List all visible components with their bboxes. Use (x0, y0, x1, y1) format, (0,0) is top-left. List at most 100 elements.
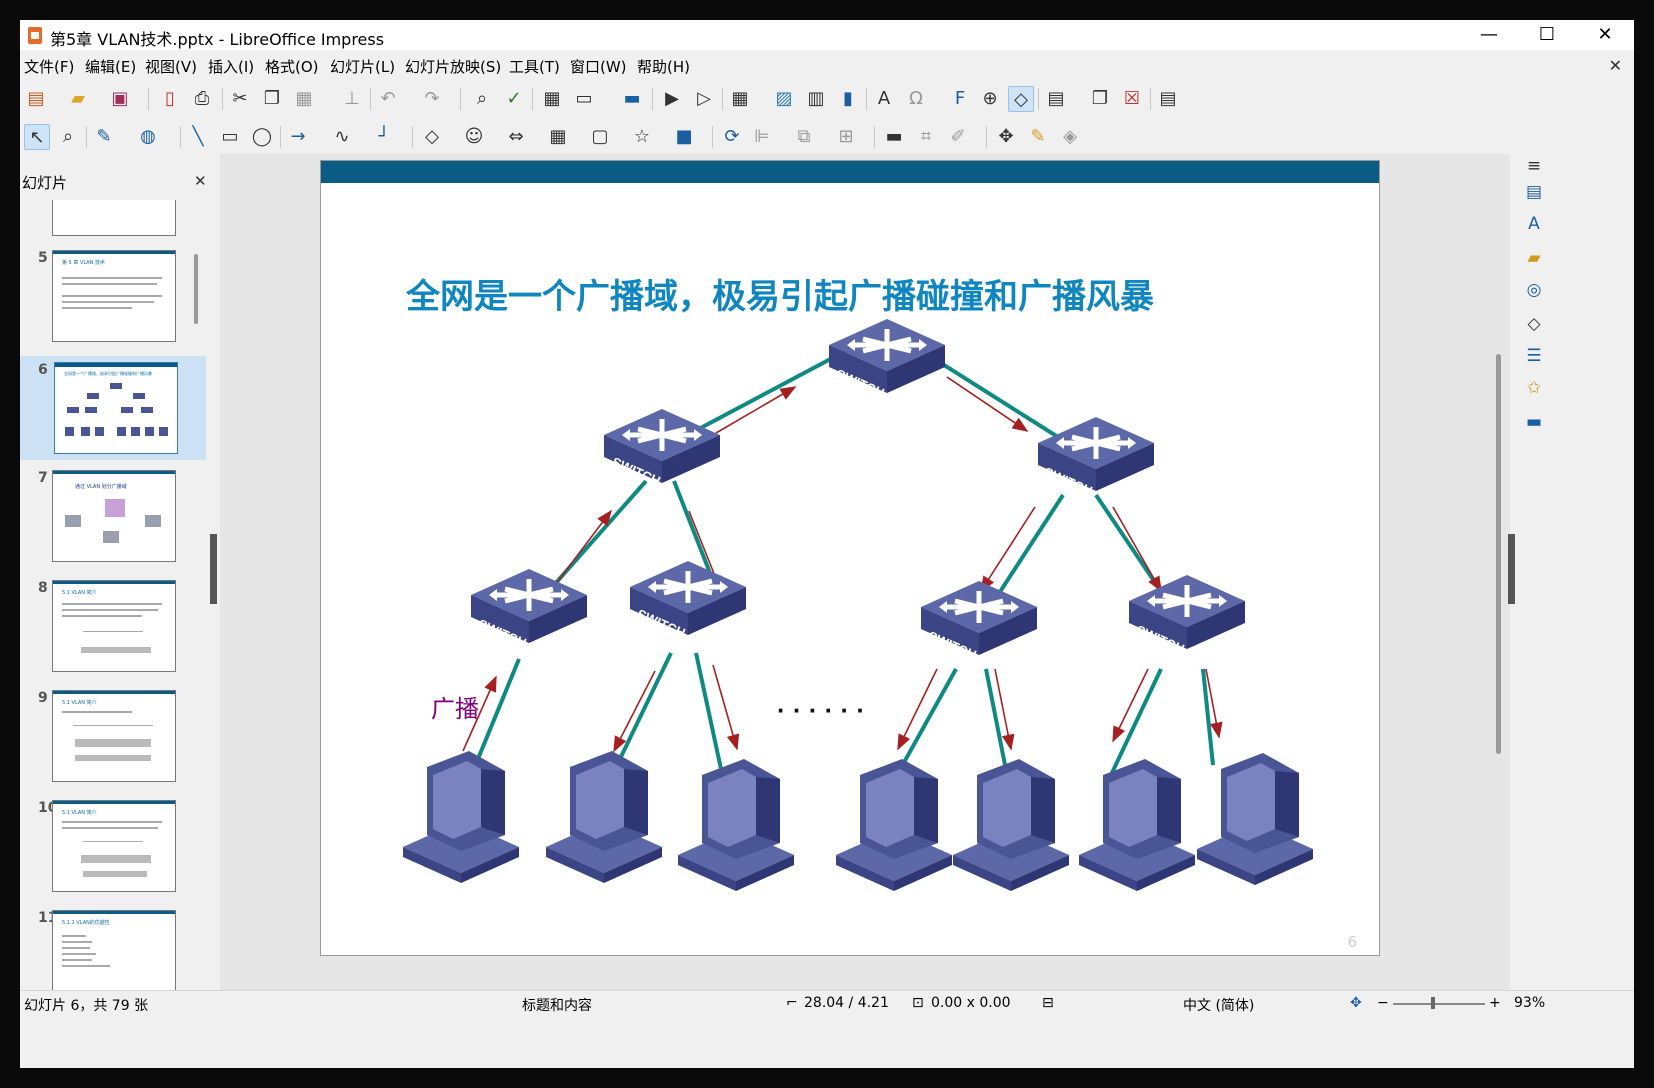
shadow-icon[interactable]: ▬ (882, 124, 906, 148)
grid-icon[interactable]: ▦ (540, 86, 564, 110)
ellipse-icon[interactable]: ◯ (250, 124, 274, 148)
connectors-icon[interactable]: ┘ (372, 124, 396, 148)
right-pane-collapse-handle[interactable] (1508, 534, 1515, 604)
display-views-icon[interactable]: ▭ (572, 86, 596, 110)
menu-slide[interactable]: 幻灯片(L) (330, 56, 395, 77)
special-character-icon[interactable]: Ω (904, 86, 928, 110)
arrange-icon[interactable]: ⧉ (792, 124, 816, 148)
cut-icon[interactable]: ✂ (228, 86, 252, 110)
menu-window[interactable]: 窗口(W) (570, 56, 627, 77)
insert-image-icon[interactable]: ▨ (772, 86, 796, 110)
basic-shapes-icon[interactable]: ◇ (420, 124, 444, 148)
hyperlink-icon[interactable]: ⊕ (978, 86, 1002, 110)
menu-insert[interactable]: 插入(I) (208, 56, 254, 77)
menu-help[interactable]: 帮助(H) (637, 56, 690, 77)
callouts-icon[interactable]: ▢ (588, 124, 612, 148)
save-icon[interactable]: ▣ (108, 86, 132, 110)
properties-icon[interactable]: ▤ (1522, 180, 1546, 204)
layout-name[interactable]: 标题和内容 (522, 995, 592, 1015)
undo-icon[interactable]: ↶ (376, 86, 400, 110)
slide-thumbnail[interactable]: 10 5.1 VLAN 简介 (20, 800, 206, 898)
slide-transition-icon[interactable]: ☰ (1522, 344, 1546, 368)
current-slide[interactable]: 全网是一个广播域，极易引起广播碰撞和广播风暴 SWITCH SWITCH SWI… (320, 160, 1380, 956)
align-objects-icon[interactable]: ⊫ (750, 124, 774, 148)
slide-thumbnail-selected[interactable]: 6 全网是一个广播域，极易引起广播碰撞和广播风暴 (20, 356, 206, 460)
curves-icon[interactable]: ∿ (330, 124, 354, 148)
styles-icon[interactable]: A (1522, 212, 1546, 236)
slide-thumbnail[interactable]: 9 5.1 VLAN 简介 (20, 690, 206, 788)
zoom-slider-knob[interactable] (1431, 997, 1435, 1009)
master-slide-icon[interactable]: ▬ (620, 86, 644, 110)
print-icon[interactable]: ⎙ (190, 86, 214, 110)
animation-icon[interactable]: ✩ (1522, 376, 1546, 400)
points-icon[interactable]: ✥ (994, 124, 1018, 148)
minimize-button[interactable]: — (1460, 20, 1518, 50)
flowchart-icon[interactable]: ▦ (546, 124, 570, 148)
zoom-pan-icon[interactable]: ⌕ (56, 124, 80, 148)
close-window-button[interactable]: ✕ (1576, 20, 1634, 50)
slides-panel-close-button[interactable]: ✕ (194, 172, 207, 190)
slide-thumbnail[interactable] (20, 200, 206, 236)
block-arrows-icon[interactable]: ⇔ (504, 124, 528, 148)
start-current-slide-icon[interactable]: ▷ (692, 86, 716, 110)
shapes-toggle-icon[interactable]: ◇ (1008, 86, 1034, 112)
export-pdf-icon[interactable]: ▯ (158, 86, 182, 110)
glue-points-icon[interactable]: ✎ (1026, 124, 1050, 148)
new-slide-icon[interactable]: ▤ (1044, 86, 1068, 110)
insert-line-icon[interactable]: ╲ (186, 124, 210, 148)
menu-view[interactable]: 视图(V) (145, 56, 197, 77)
select-arrow-icon[interactable]: ↖ (24, 124, 50, 150)
menu-format[interactable]: 格式(O) (265, 56, 319, 77)
slide-layout-icon[interactable]: ▤ (1156, 86, 1180, 110)
toggle-extrusion-icon[interactable]: ◈ (1058, 124, 1082, 148)
delete-slide-icon[interactable]: ☒ (1120, 86, 1144, 110)
gallery-icon[interactable]: ▰ (1522, 246, 1546, 270)
fontwork-icon[interactable]: F (948, 86, 972, 110)
zoom-out-icon[interactable]: − (1377, 995, 1389, 1011)
slide-thumbnail[interactable]: 8 5.1 VLAN 简介 (20, 580, 206, 678)
insert-table-icon[interactable]: ▦ (728, 86, 752, 110)
new-document-icon[interactable]: ▤ (24, 86, 48, 110)
slide-thumbnail[interactable]: 5 第 5 章 VLAN 技术 (20, 250, 206, 348)
clone-formatting-icon[interactable]: ⊥ (340, 86, 364, 110)
sidebar-menu-icon[interactable]: ≡ (1522, 154, 1546, 178)
slide-thumbnail[interactable]: 7 通过 VLAN 划分广播域 (20, 470, 206, 568)
vertical-scrollbar[interactable] (1496, 354, 1501, 754)
insert-media-icon[interactable]: ▥ (804, 86, 828, 110)
line-color-icon[interactable]: ✎ (92, 124, 116, 148)
duplicate-slide-icon[interactable]: ❐ (1088, 86, 1112, 110)
find-replace-icon[interactable]: ⌕ (470, 86, 494, 110)
zoom-level[interactable]: 93% (1514, 995, 1545, 1011)
lines-arrows-icon[interactable]: → (286, 124, 310, 148)
language-status[interactable]: 中文 (简体) (1183, 995, 1254, 1015)
zoom-in-icon[interactable]: + (1489, 995, 1501, 1011)
crop-icon[interactable]: ⌗ (914, 124, 938, 148)
document-modified-icon[interactable]: ⊟ (1042, 995, 1054, 1011)
zoom-slider[interactable] (1393, 1003, 1485, 1005)
3d-objects-icon[interactable]: ■ (672, 124, 696, 148)
start-first-slide-icon[interactable]: ▶ (660, 86, 684, 110)
insert-chart-icon[interactable]: ▮ (836, 86, 860, 110)
menu-slideshow[interactable]: 幻灯片放映(S) (405, 56, 501, 77)
paste-icon[interactable]: ▦ (292, 86, 316, 110)
maximize-button[interactable]: ☐ (1518, 20, 1576, 50)
menu-file[interactable]: 文件(F) (24, 56, 74, 77)
symbol-shapes-icon[interactable]: ☺ (462, 124, 486, 148)
stars-icon[interactable]: ☆ (630, 124, 654, 148)
redo-icon[interactable]: ↷ (420, 86, 444, 110)
fill-color-icon[interactable]: ◍ (136, 124, 160, 148)
spelling-icon[interactable]: ✓ (502, 86, 526, 110)
open-folder-icon[interactable]: ▰ (66, 86, 90, 110)
rectangle-icon[interactable]: ▭ (218, 124, 242, 148)
menu-tools[interactable]: 工具(T) (509, 56, 560, 77)
fit-slide-icon[interactable]: ✥ (1350, 995, 1362, 1011)
close-document-icon[interactable]: ✕ (1609, 56, 1622, 75)
insert-textbox-icon[interactable]: A (872, 86, 896, 110)
navigator-icon[interactable]: ◎ (1522, 278, 1546, 302)
slides-panel-scrollbar[interactable] (194, 254, 198, 324)
master-slides-icon[interactable]: ▬ (1522, 410, 1546, 434)
shapes-icon[interactable]: ◇ (1522, 312, 1546, 336)
menu-edit[interactable]: 编辑(E) (85, 56, 136, 77)
copy-icon[interactable]: ❐ (260, 86, 284, 110)
filter-icon[interactable]: ✐ (946, 124, 970, 148)
